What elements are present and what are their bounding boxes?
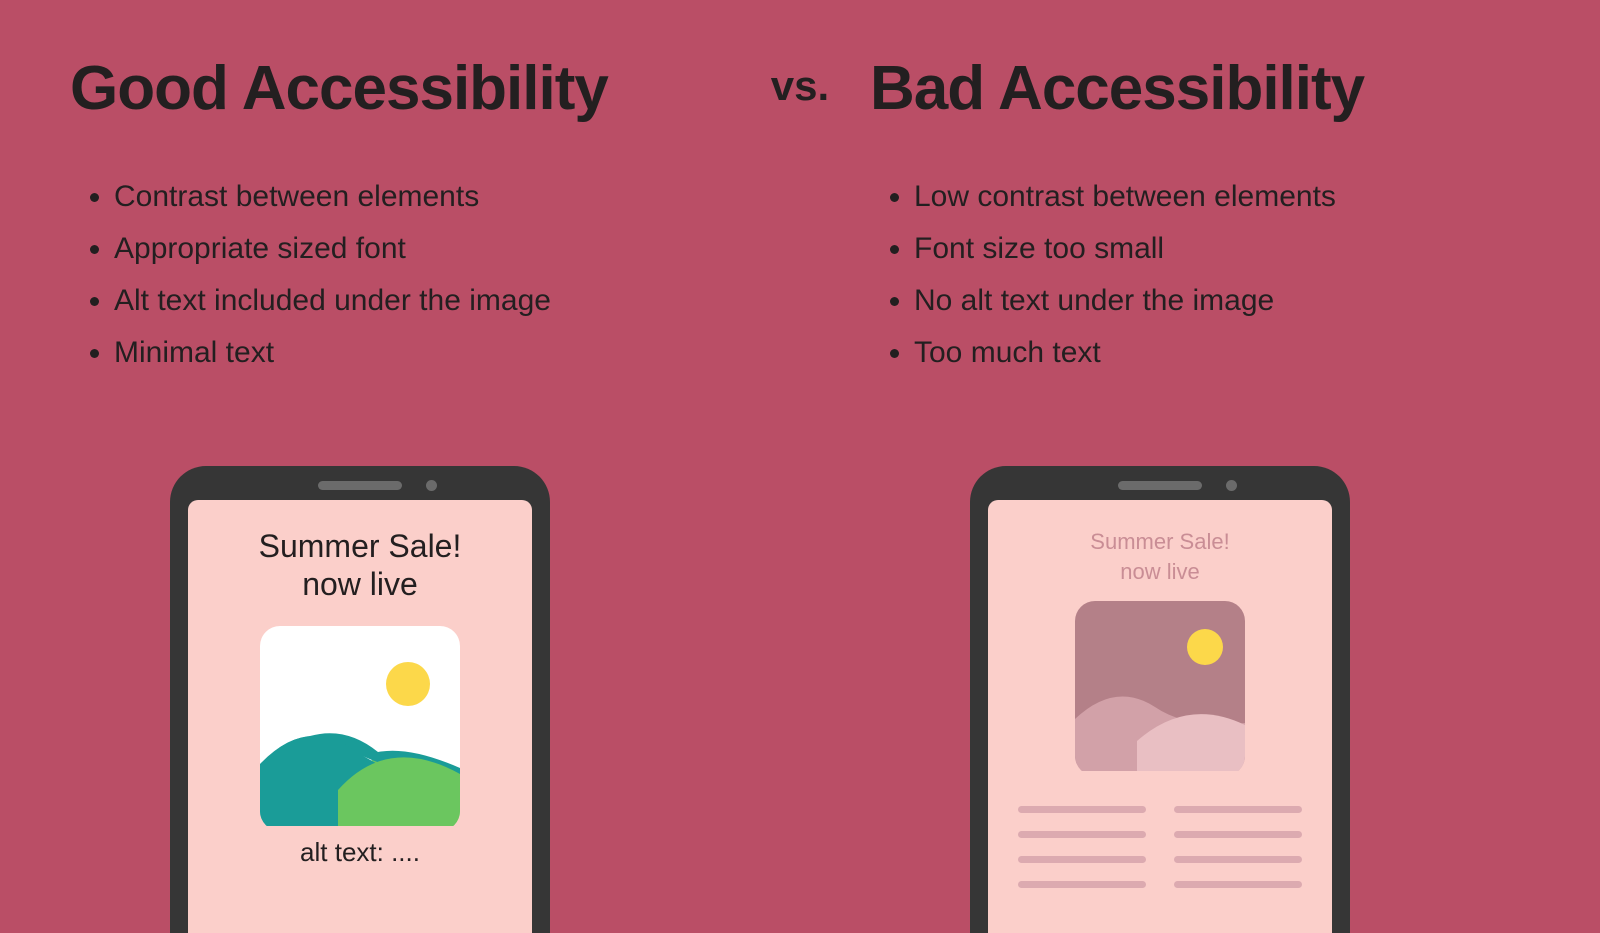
- image-placeholder-icon: [1075, 601, 1245, 776]
- text-line: [1174, 856, 1302, 863]
- bullet-item: Alt text included under the image: [114, 277, 790, 325]
- good-headline-2: now live: [188, 566, 532, 604]
- text-line: [1018, 856, 1146, 863]
- camera-dot-icon: [1226, 480, 1237, 491]
- vs-separator: vs.: [771, 62, 829, 110]
- text-lines-placeholder: [988, 806, 1332, 888]
- good-bullets: Contrast between elements Appropriate si…: [114, 173, 790, 381]
- alt-text-label: alt text: ....: [188, 837, 532, 868]
- speaker-icon: [1118, 481, 1202, 490]
- good-title: Good Accessibility: [70, 55, 790, 123]
- camera-dot-icon: [426, 480, 437, 491]
- bullet-item: Too much text: [914, 329, 1530, 377]
- good-headline-1: Summer Sale!: [188, 528, 532, 566]
- text-lines-col: [1018, 806, 1146, 888]
- bad-phone-screen: Summer Sale! now live: [988, 500, 1332, 933]
- bad-headline-2: now live: [988, 558, 1332, 586]
- text-line: [1174, 806, 1302, 813]
- bad-bullets: Low contrast between elements Font size …: [914, 173, 1530, 381]
- bullet-item: Appropriate sized font: [114, 225, 790, 273]
- text-line: [1018, 831, 1146, 838]
- text-line: [1174, 881, 1302, 888]
- comparison-canvas: Good Accessibility Contrast between elem…: [0, 0, 1600, 933]
- bad-title: Bad Accessibility: [870, 55, 1530, 123]
- bullet-item: Minimal text: [114, 329, 790, 377]
- good-phone-mockup: Summer Sale! now live alt text: ....: [170, 466, 550, 933]
- text-line: [1018, 806, 1146, 813]
- text-line: [1018, 881, 1146, 888]
- bad-phone-mockup: Summer Sale! now live: [970, 466, 1350, 933]
- bullet-item: No alt text under the image: [914, 277, 1530, 325]
- speaker-icon: [318, 481, 402, 490]
- text-line: [1174, 831, 1302, 838]
- bullet-item: Font size too small: [914, 225, 1530, 273]
- bullet-item: Contrast between elements: [114, 173, 790, 221]
- bad-headline-1: Summer Sale!: [988, 528, 1332, 556]
- image-placeholder-icon: [260, 626, 460, 831]
- good-phone-screen: Summer Sale! now live alt text: ....: [188, 500, 532, 933]
- text-lines-col: [1174, 806, 1302, 888]
- bullet-item: Low contrast between elements: [914, 173, 1530, 221]
